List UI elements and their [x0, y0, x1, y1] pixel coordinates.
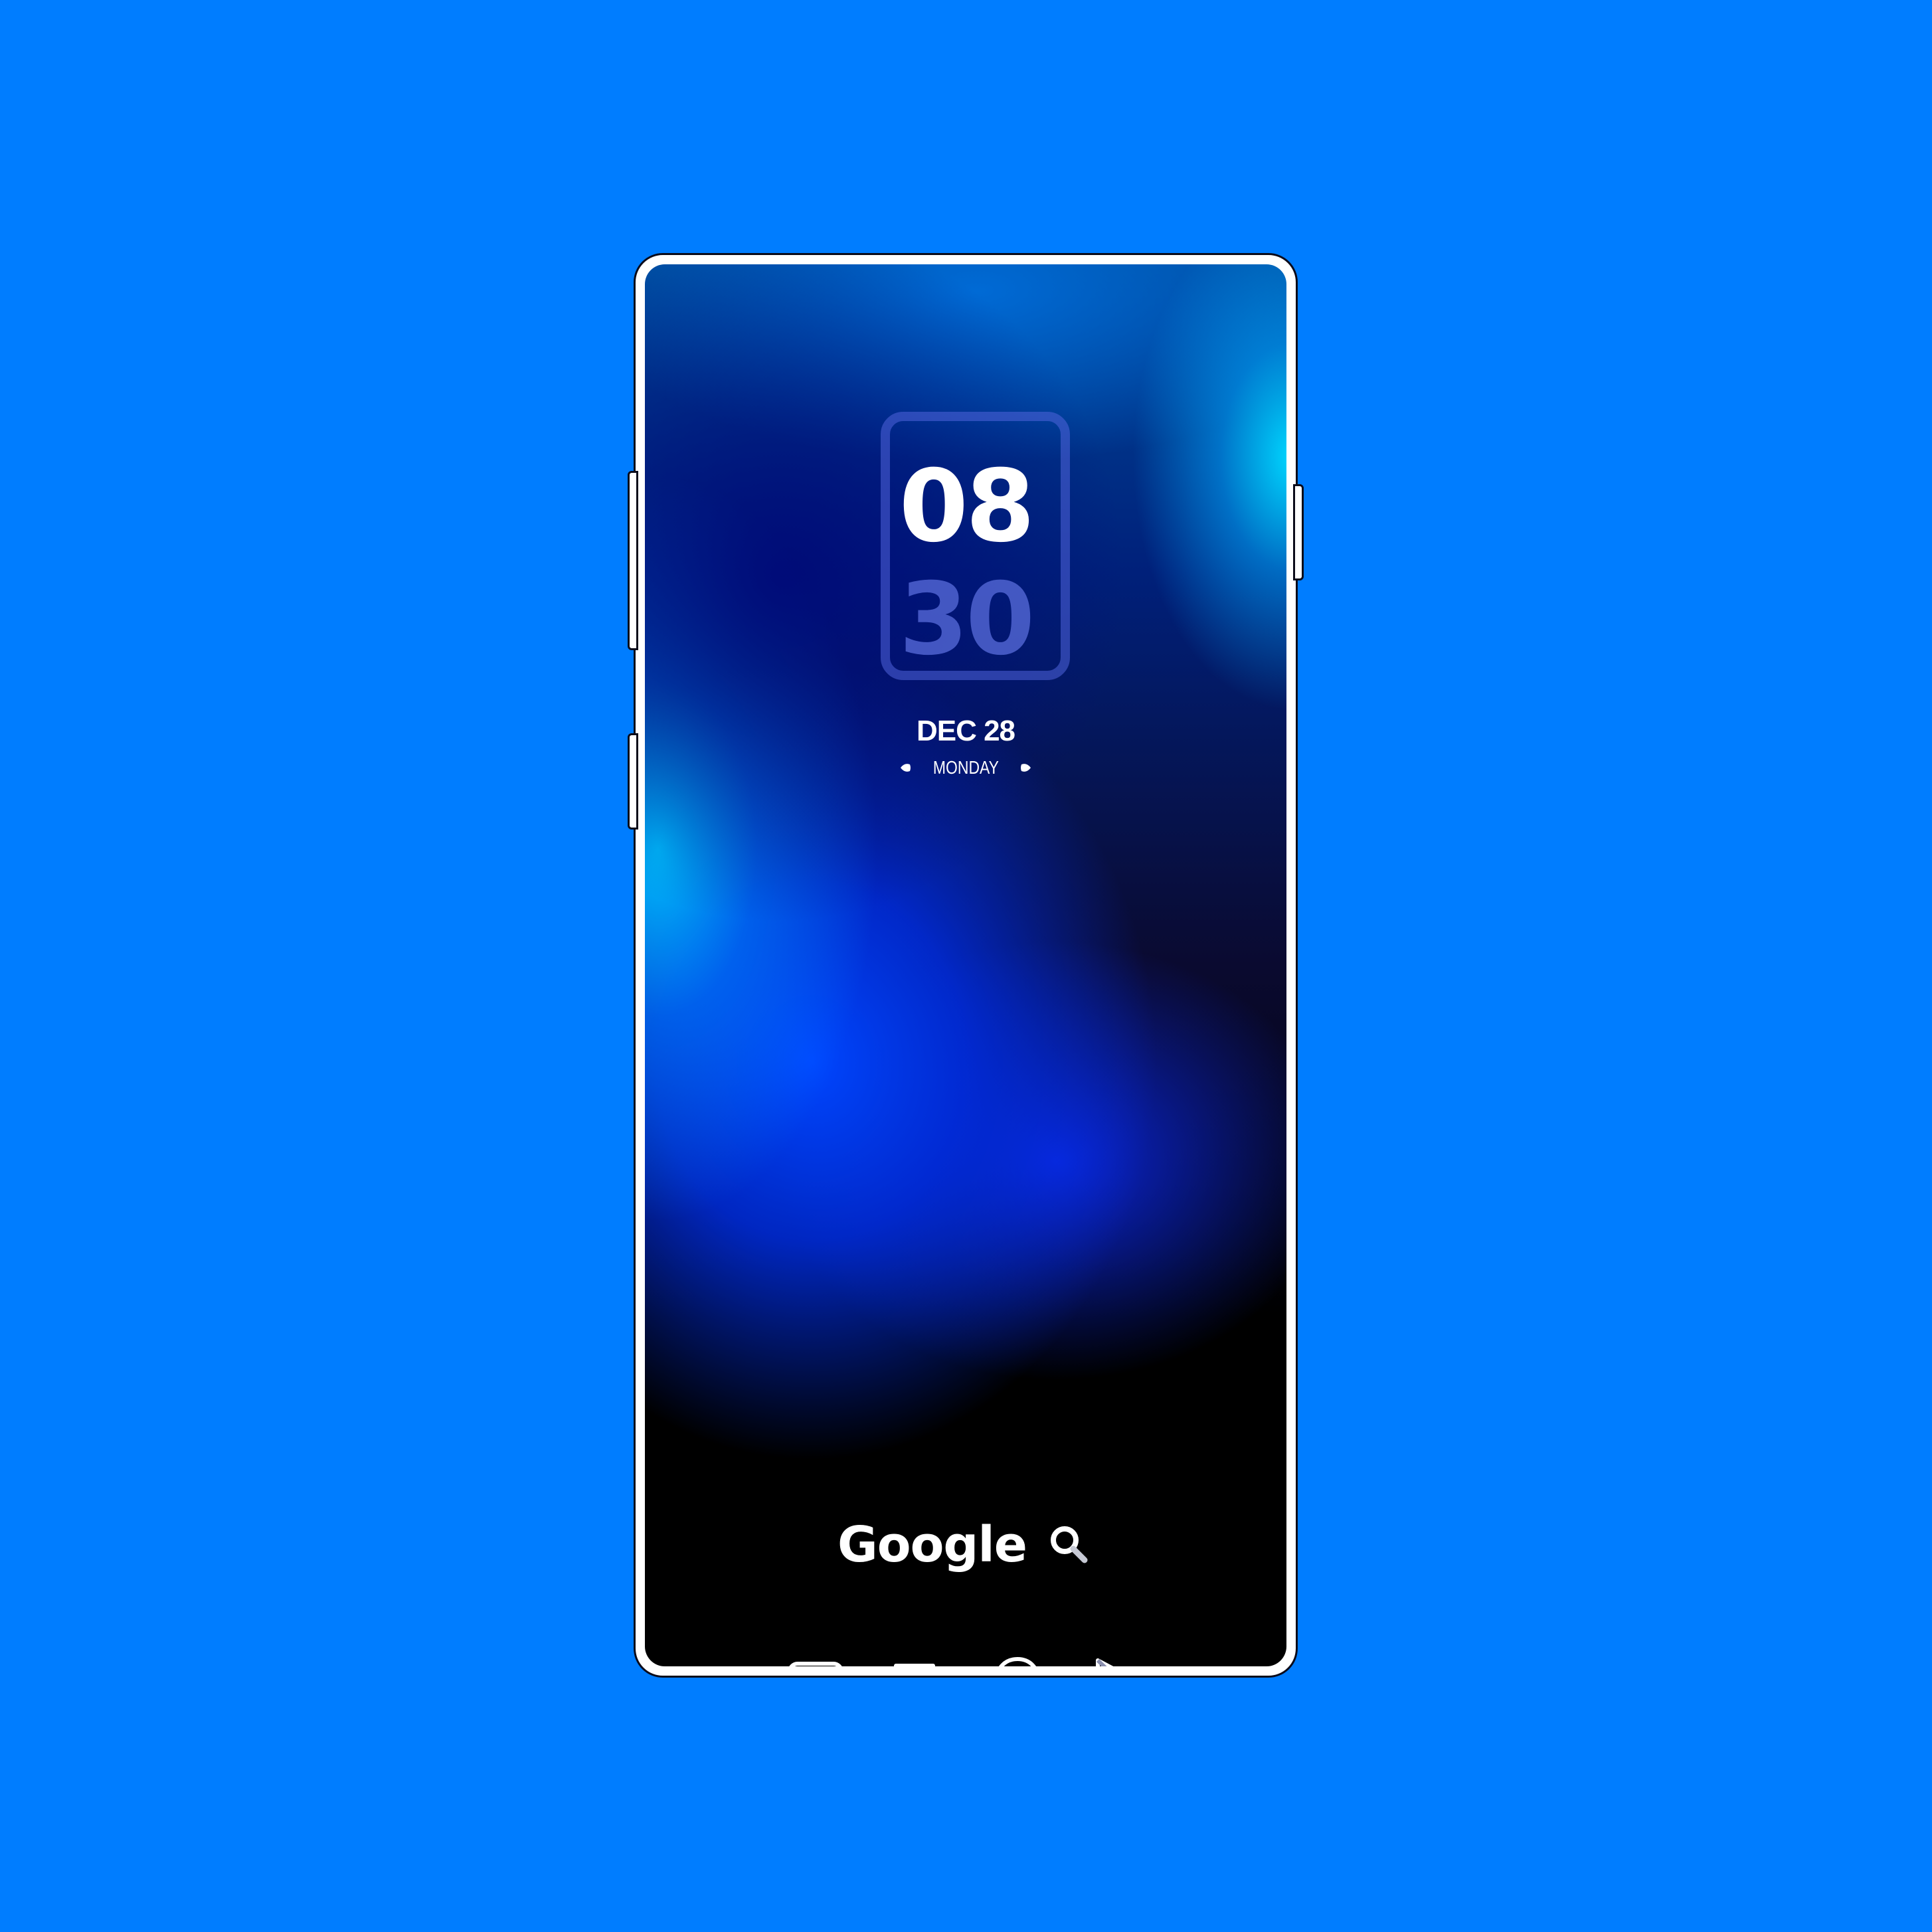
google-bulb-icon[interactable] — [988, 1652, 1047, 1666]
date-label: DEC 28 — [916, 715, 1015, 747]
home-screen: 08 30 DEC 28 MONDAY Google — [645, 264, 1286, 1666]
phone-frame: 08 30 DEC 28 MONDAY Google — [628, 253, 1304, 1678]
volume-button — [628, 471, 638, 650]
google-search-label[interactable]: Google — [837, 1515, 1027, 1575]
dot-left-icon — [900, 764, 911, 772]
search-icon[interactable] — [1046, 1522, 1093, 1568]
power-button — [1293, 484, 1304, 580]
dot-right-icon — [1021, 764, 1031, 772]
clock-minutes: 30 — [899, 562, 1035, 677]
clock-hours: 08 — [899, 449, 1035, 565]
play-store-icon[interactable] — [1089, 1652, 1148, 1666]
readwise-icon[interactable] — [887, 1652, 946, 1666]
youtube-icon[interactable] — [786, 1652, 845, 1666]
weekday-row: MONDAY — [645, 754, 1286, 781]
bixby-button — [628, 733, 638, 830]
weekday-label: MONDAY — [932, 757, 999, 778]
